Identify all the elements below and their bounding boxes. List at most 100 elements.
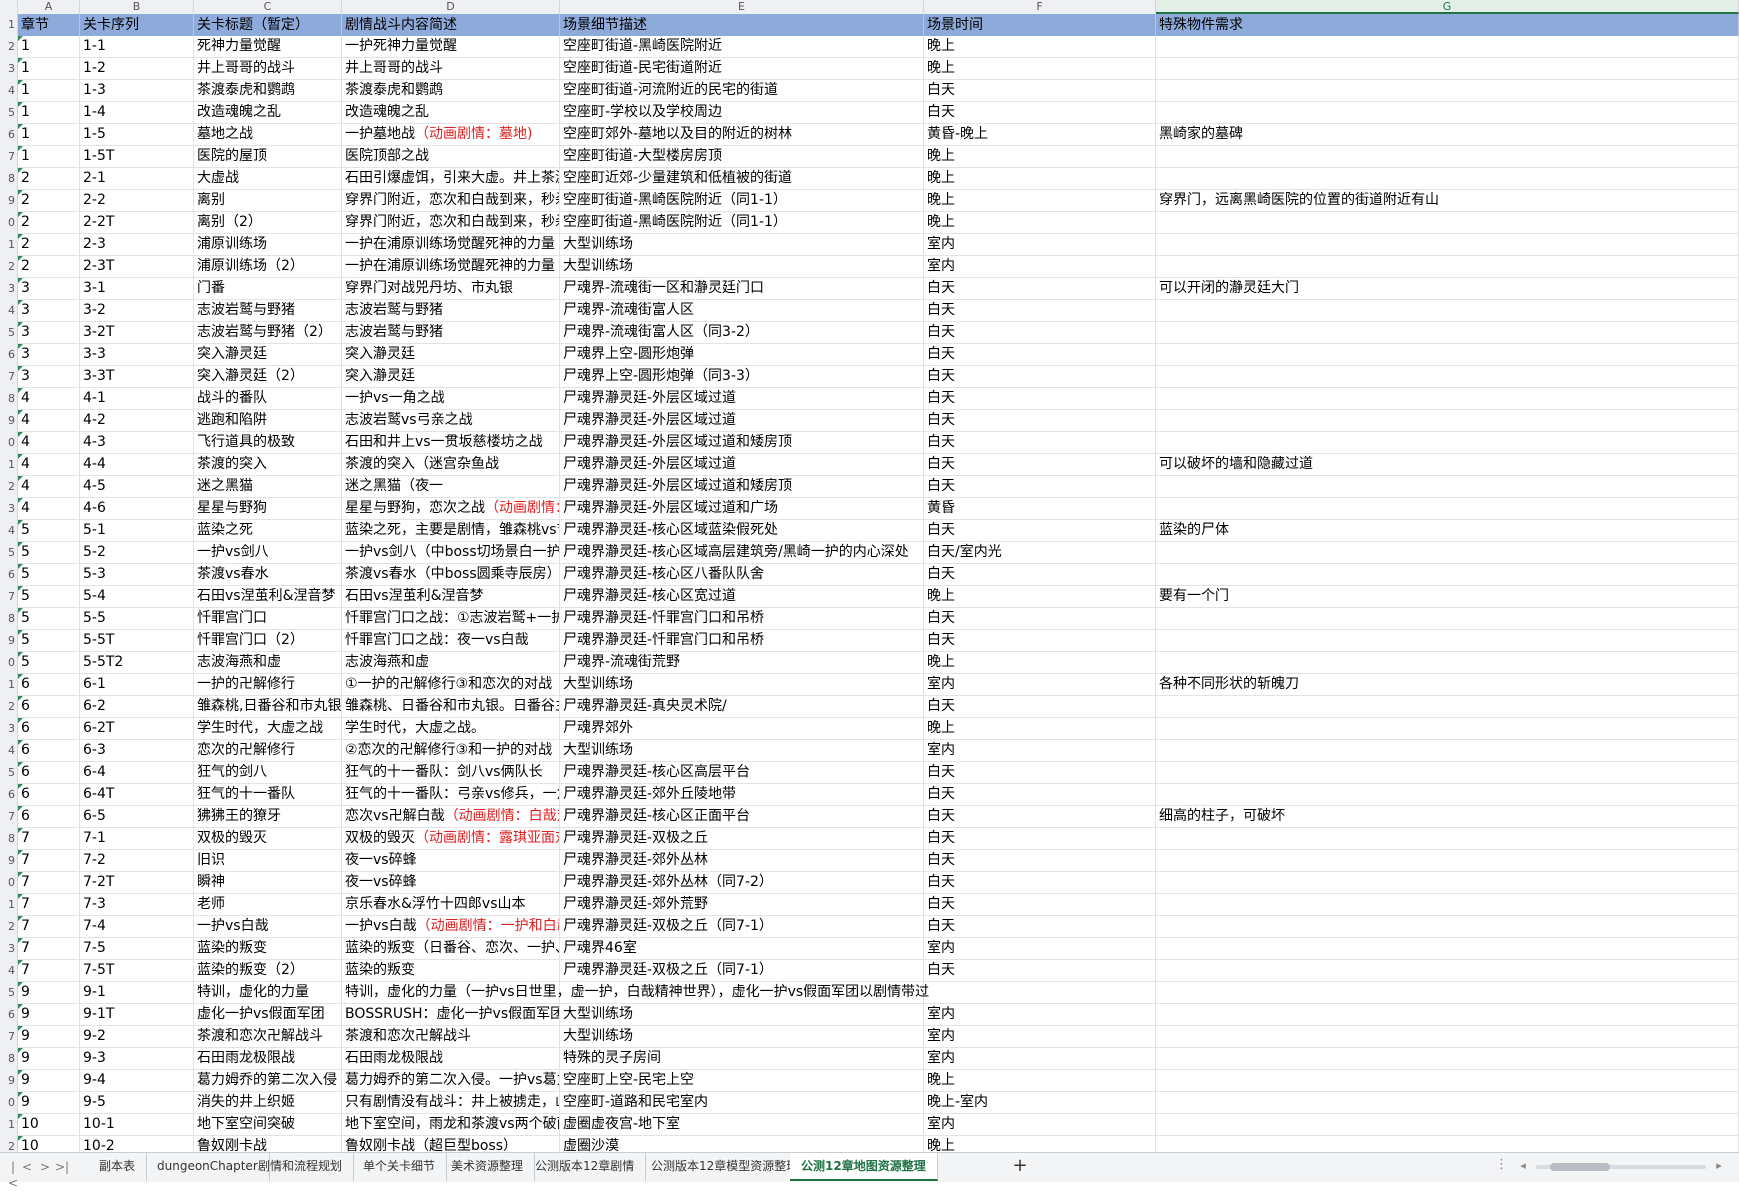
chapter-cell[interactable]: 4 (18, 454, 80, 475)
plot-cell[interactable]: 石田引爆虚饵，引来大虚。井上茶渡 (342, 168, 560, 189)
header-level-title[interactable]: 关卡标题（暂定） (194, 14, 342, 36)
time-cell[interactable]: 晚上-室内 (924, 1092, 1156, 1113)
title-cell[interactable]: 蓝染之死 (194, 520, 342, 541)
sequence-cell[interactable]: 3-2T (80, 322, 194, 343)
time-cell[interactable]: 黄昏 (924, 498, 1156, 519)
row-number[interactable]: 6 (0, 1004, 18, 1026)
row-number[interactable]: 7 (0, 586, 18, 608)
sheet-tab[interactable]: 美术资源整理 (440, 1153, 536, 1181)
title-cell[interactable]: 医院的屋顶 (194, 146, 342, 167)
title-cell[interactable]: 飞行道具的极致 (194, 432, 342, 453)
table-row[interactable]: 1 1-4 改造魂魄之乱 改造魂魄之乱 空座町-学校以及学校周边 白天 (18, 102, 1739, 124)
time-cell[interactable]: 室内 (924, 1114, 1156, 1135)
chapter-cell[interactable]: 1 (18, 80, 80, 101)
title-cell[interactable]: 特训，虚化的力量 (194, 982, 342, 1003)
chapter-cell[interactable]: 7 (18, 850, 80, 871)
column-letter-a[interactable]: A (18, 0, 80, 14)
scene-cell[interactable]: 尸魂界上空-圆形炮弹（同3-3） (560, 366, 924, 387)
sequence-cell[interactable]: 6-2 (80, 696, 194, 717)
chapter-cell[interactable]: 5 (18, 520, 80, 541)
objects-cell[interactable] (1156, 102, 1739, 123)
table-row[interactable]: 2 2-2T 离别（2） 穿界门附近，恋次和白哉到来，秒杀 空座町街道-黑崎医院附近（同… (18, 212, 1739, 234)
select-all-corner[interactable] (0, 0, 18, 14)
title-cell[interactable]: 离别（2） (194, 212, 342, 233)
table-row[interactable]: 7 7-3 老师 京乐春水&浮竹十四郎vs山本 尸魂界瀞灵廷-郊外荒野 白天 (18, 894, 1739, 916)
time-cell[interactable]: 晚上 (924, 58, 1156, 79)
time-cell[interactable]: 白天 (924, 520, 1156, 541)
row-number[interactable]: 3 (0, 278, 18, 300)
plot-cell[interactable]: ②恋次的卍解修行③和一护的对战 (342, 740, 560, 761)
plot-cell[interactable]: 蓝染之死，主要是剧情，雏森桃vs吉 (342, 520, 560, 541)
objects-cell[interactable] (1156, 762, 1739, 783)
plot-cell[interactable]: 夜一vs碎蜂 (342, 872, 560, 893)
title-cell[interactable]: 门番 (194, 278, 342, 299)
sequence-cell[interactable]: 3-3T (80, 366, 194, 387)
chapter-cell[interactable]: 5 (18, 652, 80, 673)
plot-cell[interactable]: 忏罪宫门口之战：①志波岩鹫+一护vs (342, 608, 560, 629)
time-cell[interactable]: 白天 (924, 300, 1156, 321)
plot-cell[interactable]: 茶渡泰虎和鹦鹉 (342, 80, 560, 101)
plot-cell[interactable]: 志波岩鹫vs弓亲之战 (342, 410, 560, 431)
row-number[interactable]: 0 (0, 432, 18, 454)
title-cell[interactable]: 学生时代，大虚之战 (194, 718, 342, 739)
column-header-bar[interactable]: ABCDEFG (0, 0, 1739, 15)
title-cell[interactable]: 狒狒王的獠牙 (194, 806, 342, 827)
chapter-cell[interactable]: 1 (18, 58, 80, 79)
time-cell[interactable]: 室内 (924, 740, 1156, 761)
chapter-cell[interactable]: 2 (18, 234, 80, 255)
sequence-cell[interactable]: 5-1 (80, 520, 194, 541)
column-letter-d[interactable]: D (342, 0, 560, 14)
objects-cell[interactable] (1156, 872, 1739, 893)
scene-cell[interactable]: 大型训练场 (560, 1026, 924, 1047)
table-row[interactable]: 44-6 星星与野狗 星星与野狗，恋次之战（动画剧情：尸魂界瀞灵廷-外层区域过道和广… (18, 498, 1739, 520)
table-row[interactable]: 9 9-5 消失的井上织姬 只有剧情没有战斗：井上被掳走，山 空座町-道路和民宅室内 晚上… (18, 1092, 1739, 1114)
row-number[interactable]: 4 (0, 960, 18, 982)
horizontal-scrollbar[interactable]: ◂ ▸ (1516, 1159, 1726, 1172)
chapter-cell[interactable]: 3 (18, 366, 80, 387)
time-cell[interactable]: 白天 (924, 410, 1156, 431)
chapter-cell[interactable]: 1 (18, 36, 80, 57)
objects-cell[interactable] (1156, 498, 1739, 519)
chapter-cell[interactable]: 4 (18, 432, 80, 453)
table-row[interactable]: 1 1-3 茶渡泰虎和鹦鹉 茶渡泰虎和鹦鹉 空座町街道-河流附近的民宅的街道 白天 (18, 80, 1739, 102)
title-cell[interactable]: 茶渡泰虎和鹦鹉 (194, 80, 342, 101)
row-number[interactable]: 1 (0, 234, 18, 256)
plot-cell[interactable]: 蓝染的叛变 (342, 960, 560, 981)
time-cell[interactable]: 白天 (924, 432, 1156, 453)
title-cell[interactable]: 志波岩鹫与野猪 (194, 300, 342, 321)
table-row[interactable]: 4 4-1 战斗的番队 一护vs一角之战 尸魂界瀞灵廷-外层区域过道 白天 (18, 388, 1739, 410)
plot-cell[interactable]: 双极的毁灭（动画剧情：露琪亚面对 (342, 828, 560, 849)
scene-cell[interactable]: 大型训练场 (560, 256, 924, 277)
chapter-cell[interactable]: 3 (18, 300, 80, 321)
chapter-cell[interactable]: 9 (18, 1004, 80, 1025)
title-cell[interactable]: 旧识 (194, 850, 342, 871)
objects-cell[interactable] (1156, 916, 1739, 937)
objects-cell[interactable] (1156, 300, 1739, 321)
objects-cell[interactable]: 要有一个门 (1156, 586, 1739, 607)
scene-cell[interactable]: 虚圈虚夜宫-地下室 (560, 1114, 924, 1135)
sequence-cell[interactable]: 7-2 (80, 850, 194, 871)
column-letter-c[interactable]: C (194, 0, 342, 14)
plot-cell[interactable]: 学生时代，大虚之战。 (342, 718, 560, 739)
scene-cell[interactable]: 尸魂界瀞灵廷-核心区正面平台 (560, 806, 924, 827)
sequence-cell[interactable]: 2-3T (80, 256, 194, 277)
row-number[interactable]: 9 (0, 630, 18, 652)
objects-cell[interactable] (1156, 322, 1739, 343)
plot-cell[interactable]: 志波岩鹫与野猪 (342, 322, 560, 343)
objects-cell[interactable]: 穿界门，远离黑崎医院的位置的街道附近有山 (1156, 190, 1739, 211)
scene-cell[interactable]: 尸魂界瀞灵廷-外层区域过道和广场 (560, 498, 924, 519)
scroll-left-icon[interactable]: ◂ (1516, 1159, 1530, 1172)
title-cell[interactable]: 狂气的十一番队 (194, 784, 342, 805)
table-row[interactable]: 6 6-2 雏森桃,日番谷和市丸银 雏森桃、日番谷和市丸银。日番谷主 尸魂界瀞灵廷-真央… (18, 696, 1739, 718)
sequence-cell[interactable]: 7-1 (80, 828, 194, 849)
scene-cell[interactable]: 尸魂界瀞灵廷-双极之丘 (560, 828, 924, 849)
time-cell[interactable]: 晚上 (924, 652, 1156, 673)
last-sheet-button[interactable]: >| (55, 1159, 69, 1175)
scene-cell[interactable]: 空座町街道-黑崎医院附近 (560, 36, 924, 57)
time-cell[interactable]: 室内 (924, 256, 1156, 277)
row-number[interactable]: 2 (0, 696, 18, 718)
plot-cell[interactable]: 狂气的十一番队：弓亲vs修兵，一角 (342, 784, 560, 805)
objects-cell[interactable] (1156, 718, 1739, 739)
plot-cell[interactable]: 一护在浦原训练场觉醒死神的力量 (342, 234, 560, 255)
objects-cell[interactable] (1156, 982, 1739, 1003)
